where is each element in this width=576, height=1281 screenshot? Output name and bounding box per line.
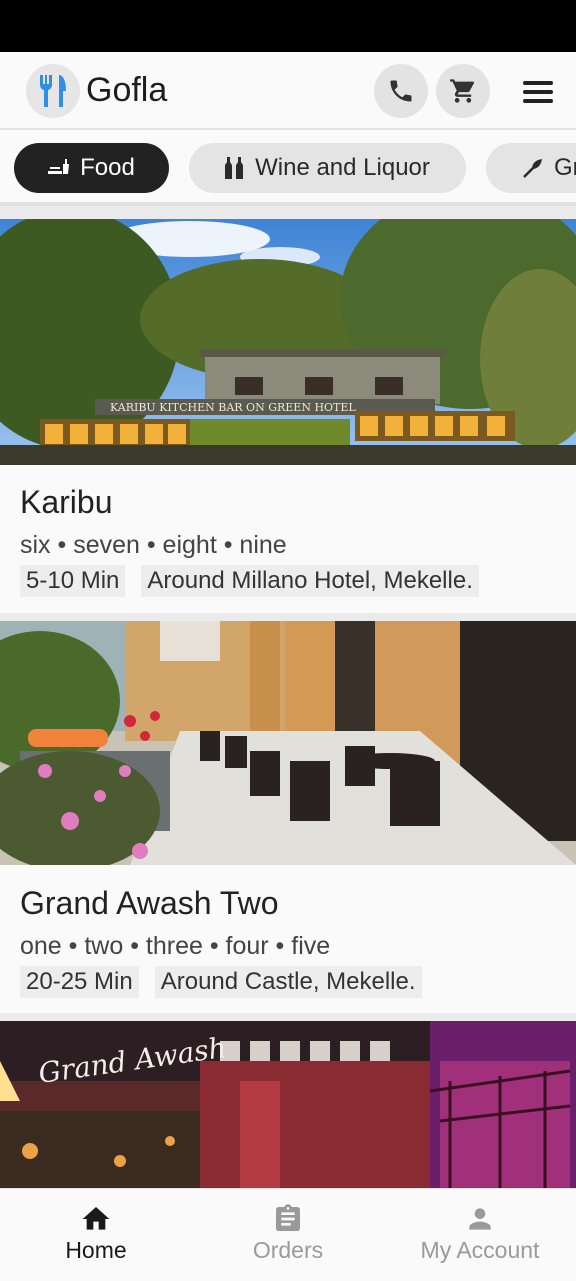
restaurant-card-3[interactable]: Grand Awash bbox=[0, 1021, 576, 1188]
restaurant-name: Grand Awash Two bbox=[20, 885, 279, 921]
bottom-navigation: Home Orders My Account bbox=[0, 1188, 576, 1281]
clipboard-icon bbox=[276, 1204, 300, 1231]
chip-third-category[interactable]: Gr bbox=[486, 143, 576, 193]
delivery-time: 5-10 Min bbox=[20, 565, 126, 597]
nav-home-label: Home bbox=[65, 1237, 127, 1263]
hamburger-icon bbox=[523, 81, 553, 103]
cart-icon bbox=[450, 79, 475, 103]
app-title: Gofla bbox=[86, 71, 168, 109]
status-bar bbox=[0, 0, 576, 52]
chip-food[interactable]: Food bbox=[14, 143, 169, 193]
restaurant-name: Karibu bbox=[20, 484, 113, 520]
restaurant-photo: Grand Awash bbox=[0, 1021, 576, 1188]
chip-wine-label: Wine and Liquor bbox=[255, 154, 430, 181]
app-bar: Gofla bbox=[0, 52, 576, 130]
restaurant-tags: six • seven • eight • nine bbox=[20, 531, 287, 559]
app-logo[interactable] bbox=[26, 64, 80, 118]
phone-icon bbox=[390, 80, 412, 102]
nav-home[interactable]: Home bbox=[0, 1189, 192, 1281]
menu-button[interactable] bbox=[514, 72, 562, 112]
restaurant-sign-text: KARIBU KITCHEN BAR ON GREEN HOTEL bbox=[110, 401, 356, 414]
nav-my-account[interactable]: My Account bbox=[384, 1189, 576, 1281]
restaurant-meta: 5-10 Min Around Millano Hotel, Mekelle. bbox=[20, 565, 479, 597]
cart-button[interactable] bbox=[436, 64, 490, 118]
person-icon bbox=[469, 1208, 491, 1230]
chip-wine-and-liquor[interactable]: Wine and Liquor bbox=[189, 143, 466, 193]
home-icon bbox=[82, 1207, 110, 1230]
nav-orders-label: Orders bbox=[252, 1237, 324, 1263]
restaurant-tags: one • two • three • four • five bbox=[20, 932, 331, 960]
restaurant-photo bbox=[0, 621, 576, 865]
food-icon bbox=[48, 159, 70, 174]
restaurant-location: Around Millano Hotel, Mekelle. bbox=[141, 565, 479, 597]
restaurant-meta: 20-25 Min Around Castle, Mekelle. bbox=[20, 966, 422, 998]
category-chips: Food Wine and Liquor Gr bbox=[0, 130, 576, 206]
chip-third-label: Gr bbox=[554, 154, 576, 181]
restaurant-card-karibu[interactable]: KARIBU KITCHEN BAR ON GREEN HOTEL Karibu… bbox=[0, 219, 576, 613]
delivery-time: 20-25 Min bbox=[20, 966, 139, 998]
nav-account-label: My Account bbox=[420, 1237, 540, 1263]
herb-icon bbox=[523, 159, 542, 178]
wine-bottles-icon bbox=[225, 157, 244, 179]
utensils-icon bbox=[39, 75, 66, 107]
call-button[interactable] bbox=[374, 64, 428, 118]
nav-orders[interactable]: Orders bbox=[192, 1189, 384, 1281]
restaurant-card-grand-awash-two[interactable]: Grand Awash Two one • two • three • four… bbox=[0, 621, 576, 1013]
restaurant-photo: KARIBU KITCHEN BAR ON GREEN HOTEL bbox=[0, 219, 576, 465]
chip-food-label: Food bbox=[80, 154, 135, 181]
restaurant-location: Around Castle, Mekelle. bbox=[154, 966, 422, 998]
